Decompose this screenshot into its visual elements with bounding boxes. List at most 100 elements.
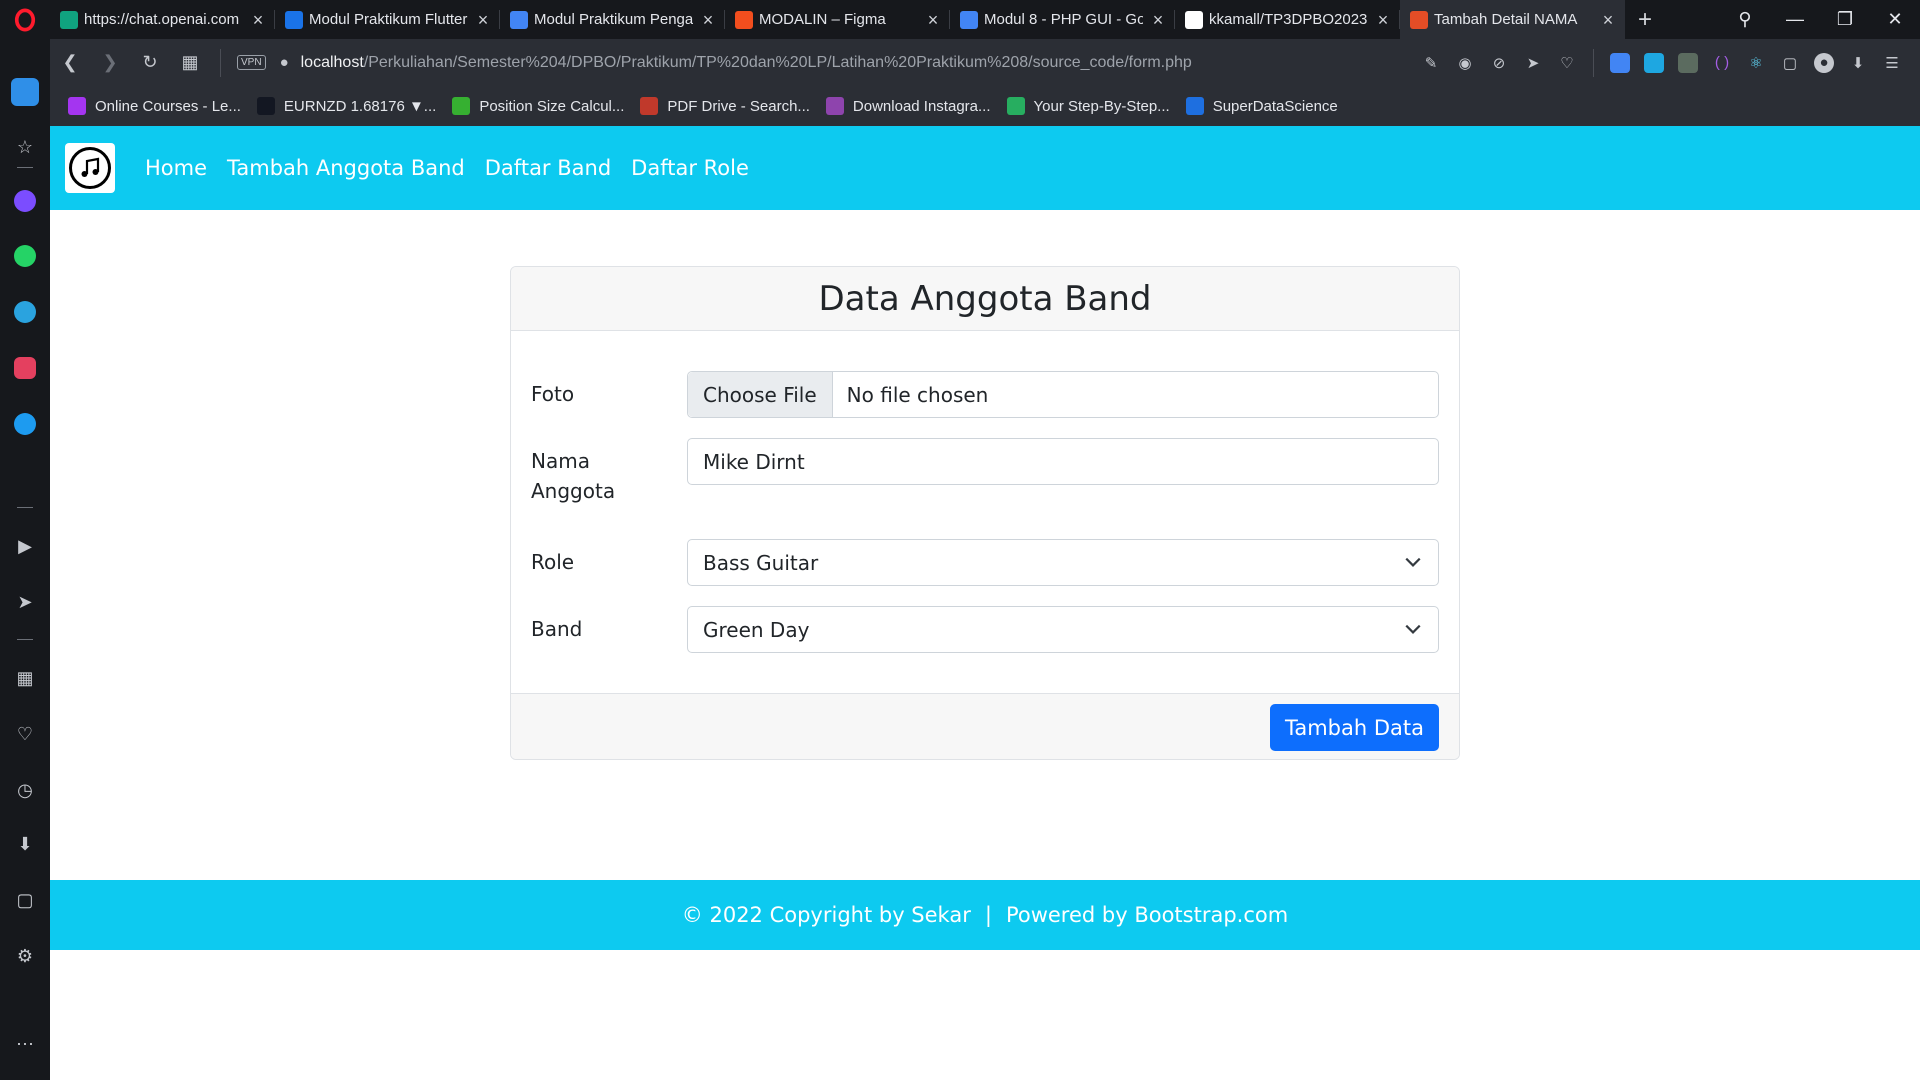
browser-tab[interactable]: Modul Praktikum Penga × xyxy=(500,0,725,39)
tab-grid-icon[interactable]: ▦ xyxy=(170,39,210,86)
bookmark-label: Download Instagra... xyxy=(852,97,991,115)
history-icon[interactable]: ◷ xyxy=(0,774,50,806)
google-classroom-icon xyxy=(285,10,303,29)
react-extension-icon[interactable]: ⚛ xyxy=(1746,53,1766,73)
bookmark-item[interactable]: Position Size Calcul... xyxy=(452,97,624,115)
bookmark-label: EURNZD 1.68176 ▼... xyxy=(283,97,437,115)
divider xyxy=(220,48,221,77)
google-docs-icon xyxy=(960,10,978,29)
bookmark-item[interactable]: PDF Drive - Search... xyxy=(640,97,810,115)
heart-icon[interactable]: ♡ xyxy=(1557,53,1577,73)
nav-link-daftar-band[interactable]: Daftar Band xyxy=(485,156,611,180)
edit-icon[interactable]: ✎ xyxy=(1421,53,1441,73)
bookmark-item[interactable]: Online Courses - Le... xyxy=(68,97,241,115)
send-icon[interactable]: ➤ xyxy=(1523,53,1543,73)
player-icon[interactable]: ▶ xyxy=(0,530,50,562)
nama-label-line1: Nama xyxy=(531,449,590,473)
speed-dial-icon[interactable]: ▦ xyxy=(0,662,50,694)
bookmark-item[interactable]: Download Instagra... xyxy=(825,97,991,115)
search-tabs-icon[interactable]: ⚲ xyxy=(1720,9,1770,30)
downloads-icon[interactable]: ⬇ xyxy=(1848,53,1868,73)
forward-icon[interactable]: ❯ xyxy=(90,39,130,86)
nama-label-line2: Anggota xyxy=(531,479,616,503)
sidebar-downloads-icon[interactable]: ⬇ xyxy=(0,828,50,860)
easy-setup-icon[interactable]: ☰ xyxy=(1882,53,1902,73)
bookmark-item[interactable]: EURNZD 1.68176 ▼... xyxy=(256,97,437,115)
messenger-icon[interactable] xyxy=(0,185,50,217)
tab-title: Tambah Detail NAMA xyxy=(1434,11,1578,28)
close-tab-icon[interactable]: × xyxy=(1599,11,1617,29)
restore-icon[interactable]: ❐ xyxy=(1820,9,1870,30)
site-footer: © 2022 Copyright by Sekar | Powered by B… xyxy=(50,880,1920,950)
choose-file-button[interactable]: Choose File xyxy=(688,372,833,417)
form-row-foto: Foto Choose File No file chosen xyxy=(531,371,1439,418)
role-selected-value: Bass Guitar xyxy=(703,550,819,575)
browser-tab[interactable]: Modul 8 - PHP GUI - Go × xyxy=(950,0,1175,39)
figma-icon xyxy=(735,10,753,29)
role-label: Role xyxy=(531,550,575,574)
tambah-data-button[interactable]: Tambah Data xyxy=(1269,704,1439,751)
url-input[interactable]: localhost/Perkuliahan/Semester%204/DPBO/… xyxy=(301,54,1192,72)
browser-tab[interactable]: Modul Praktikum Flutter × xyxy=(275,0,500,39)
html5-icon xyxy=(1410,10,1428,29)
pen-extension-icon[interactable] xyxy=(1644,52,1664,73)
bookmark-item[interactable]: SuperDataScience xyxy=(1185,97,1338,115)
extensions-cube-icon[interactable]: ▢ xyxy=(0,884,50,916)
image-extension-icon[interactable] xyxy=(1678,52,1698,73)
settings-gear-icon[interactable]: ⚙ xyxy=(0,940,50,972)
nav-link-daftar-role[interactable]: Daftar Role xyxy=(631,156,749,180)
nama-anggota-input[interactable]: Mike Dirnt xyxy=(687,438,1439,485)
profile-avatar-icon[interactable]: ● xyxy=(1814,52,1834,73)
divider xyxy=(17,167,33,168)
more-options-icon[interactable]: ⋯ xyxy=(0,1028,50,1060)
nav-link-home[interactable]: Home xyxy=(145,156,207,180)
form-row-band: Band Green Day xyxy=(531,606,1439,653)
close-tab-icon[interactable]: × xyxy=(1149,11,1167,29)
browser-tab[interactable]: Tambah Detail NAMA × xyxy=(1400,0,1625,39)
close-tab-icon[interactable]: × xyxy=(249,11,267,29)
close-tab-icon[interactable]: × xyxy=(699,11,717,29)
role-select[interactable]: Bass Guitar xyxy=(687,539,1439,586)
globe-icon[interactable]: ● xyxy=(280,54,289,71)
browser-tab[interactable]: MODALIN – Figma × xyxy=(725,0,950,39)
twitter-icon[interactable] xyxy=(0,408,50,440)
brackets-extension-icon[interactable]: ( ) xyxy=(1712,53,1732,73)
foto-file-input[interactable]: Choose File No file chosen xyxy=(687,371,1439,418)
bookmarks-bar: Online Courses - Le... EURNZD 1.68176 ▼..… xyxy=(50,86,1920,126)
flow-send-icon[interactable]: ➤ xyxy=(0,586,50,618)
camera-icon[interactable]: ◉ xyxy=(1455,53,1475,73)
whatsapp-icon[interactable] xyxy=(0,240,50,272)
close-tab-icon[interactable]: × xyxy=(474,11,492,29)
telegram-icon[interactable] xyxy=(0,296,50,328)
music-note-logo-icon[interactable] xyxy=(65,143,115,193)
reload-icon[interactable]: ↻ xyxy=(130,39,170,86)
footer-powered-by: Powered by Bootstrap.com xyxy=(1005,903,1289,927)
pinboard-heart-icon[interactable]: ♡ xyxy=(0,718,50,750)
close-tab-icon[interactable]: × xyxy=(1374,11,1392,29)
instagram-icon[interactable] xyxy=(0,352,50,384)
new-tab-button[interactable]: + xyxy=(1625,0,1665,39)
vpn-badge[interactable]: VPN xyxy=(237,55,266,70)
bookmark-item[interactable]: Your Step-By-Step... xyxy=(1006,97,1170,115)
back-icon[interactable]: ❮ xyxy=(50,39,90,86)
cube-icon[interactable]: ▢ xyxy=(1780,53,1800,73)
minimize-icon[interactable]: — xyxy=(1770,9,1820,30)
address-bar: ❮ ❯ ↻ ▦ VPN ● localhost/Perkuliahan/Seme… xyxy=(50,39,1920,86)
close-window-icon[interactable]: ✕ xyxy=(1870,9,1920,30)
close-tab-icon[interactable]: × xyxy=(924,11,942,29)
browser-tab[interactable]: https://chat.openai.com × xyxy=(50,0,275,39)
tab-title: Modul Praktikum Penga xyxy=(534,11,693,28)
translate-extension-icon[interactable] xyxy=(1610,52,1630,73)
nav-link-tambah-anggota-band[interactable]: Tambah Anggota Band xyxy=(227,156,465,180)
tab-title: Modul Praktikum Flutter xyxy=(309,11,468,28)
home-icon[interactable] xyxy=(0,76,50,108)
opera-logo-icon[interactable] xyxy=(0,0,50,39)
browser-tab[interactable]: kkamall/TP3DPBO2023C × xyxy=(1175,0,1400,39)
nama-anggota-label: Nama Anggota xyxy=(531,438,687,506)
tradingview-icon xyxy=(256,97,275,115)
adblock-icon[interactable]: ⊘ xyxy=(1489,53,1509,73)
bookmarks-star-icon[interactable]: ☆ xyxy=(0,131,50,163)
band-select[interactable]: Green Day xyxy=(687,606,1439,653)
form-footer: Tambah Data xyxy=(511,693,1459,759)
google-docs-icon xyxy=(510,10,528,29)
